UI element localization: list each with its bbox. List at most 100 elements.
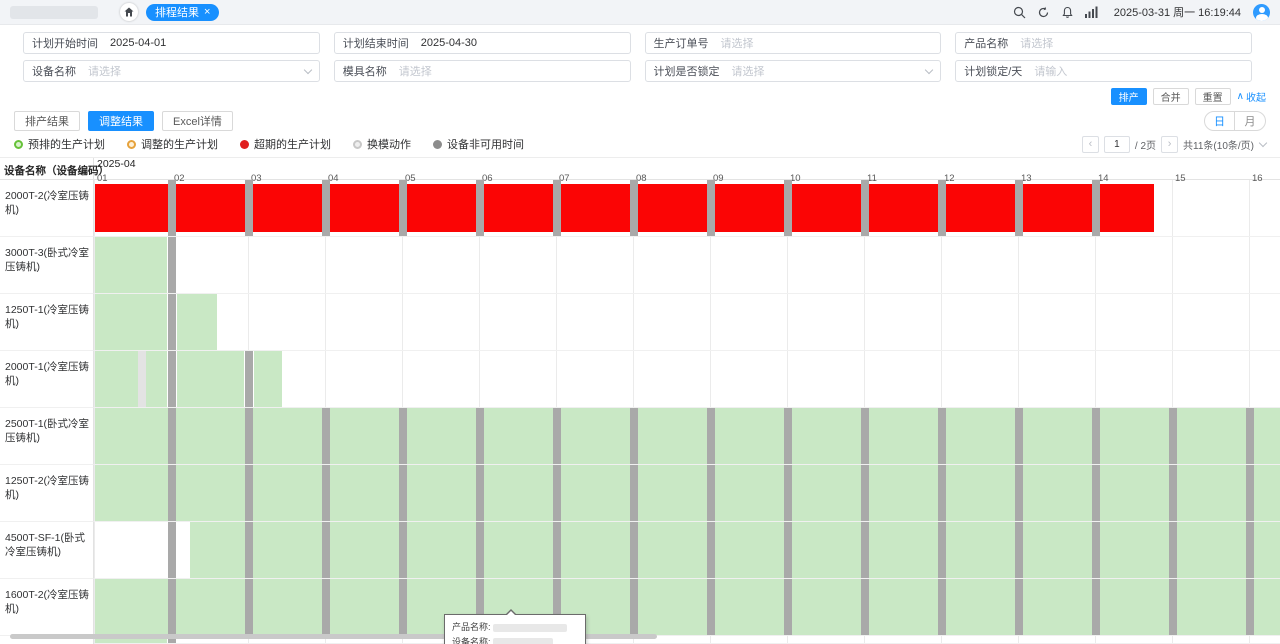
filter-field-0-2[interactable]: 生产订单号请选择 <box>645 32 942 54</box>
unavailable-time-strip <box>168 294 176 350</box>
gantt-bar-planned[interactable] <box>95 408 1280 464</box>
unavailable-time-strip <box>168 465 176 521</box>
unavailable-time-strip <box>1169 579 1177 635</box>
reset-button[interactable]: 重置 <box>1195 88 1231 105</box>
filter-placeholder: 请选择 <box>1020 35 1053 51</box>
unavailable-time-strip <box>861 465 869 521</box>
legend-item-1: 调整的生产计划 <box>127 136 218 152</box>
unavailable-time-strip <box>707 522 715 578</box>
unavailable-time-strip <box>245 522 253 578</box>
unavailable-time-strip <box>322 408 330 464</box>
result-tab-0[interactable]: 排产结果 <box>14 111 80 131</box>
filter-label: 设备名称 <box>32 63 76 79</box>
filter-placeholder: 请选择 <box>88 63 121 79</box>
filter-field-1-0[interactable]: 设备名称请选择 <box>23 60 320 82</box>
gantt-bar-planned[interactable] <box>95 579 1280 635</box>
unavailable-time-strip <box>168 408 176 464</box>
legend-label: 换模动作 <box>367 136 411 152</box>
gantt-track <box>94 579 1280 636</box>
tooltip-label: 设备名称: <box>452 637 493 644</box>
gantt-track <box>94 465 1280 522</box>
records-summary: 共11条(10条/页) <box>1183 137 1254 152</box>
legend-item-0: 预排的生产计划 <box>14 136 105 152</box>
bell-icon[interactable] <box>1060 4 1076 20</box>
filter-label: 计划锁定/天 <box>964 63 1022 79</box>
unavailable-time-strip <box>707 180 715 236</box>
unavailable-time-strip <box>1246 579 1254 635</box>
toggle-day[interactable]: 日 <box>1205 112 1235 130</box>
unavailable-time-strip <box>399 522 407 578</box>
gantt-bar-planned[interactable] <box>190 522 1280 578</box>
gantt-bar-planned[interactable] <box>177 351 245 407</box>
unavailable-time-strip <box>553 465 561 521</box>
filter-field-1-2[interactable]: 计划是否锁定请选择 <box>645 60 942 82</box>
unavailable-time-strip <box>1092 408 1100 464</box>
filter-value: 2025-04-01 <box>110 37 166 49</box>
day-month-toggle: 日 月 <box>1204 111 1266 131</box>
unavailable-time-strip <box>553 522 561 578</box>
legend-item-3: 换模动作 <box>353 136 411 152</box>
merge-button[interactable]: 合并 <box>1153 88 1189 105</box>
unavailable-time-strip <box>1169 522 1177 578</box>
result-tab-1[interactable]: 调整结果 <box>88 111 154 131</box>
filter-row-1: 计划开始时间2025-04-01 计划结束时间2025-04-30 生产订单号请选择… <box>14 32 1266 54</box>
gantt-bar-planned[interactable] <box>146 351 168 407</box>
home-button[interactable] <box>120 3 138 21</box>
gantt-bar-planned[interactable] <box>95 237 167 293</box>
unavailable-time-strip <box>1015 180 1023 236</box>
filter-label: 模具名称 <box>343 63 387 79</box>
unavailable-time-strip <box>861 579 869 635</box>
legend-label: 超期的生产计划 <box>254 136 331 152</box>
unavailable-time-strip <box>245 465 253 521</box>
legend-dot-icon <box>14 140 23 149</box>
gantt-row-1: 3000T-3(卧式冷室压铸机) <box>0 237 1280 294</box>
legend-dot-icon <box>127 140 136 149</box>
gantt-bar-planned[interactable] <box>177 294 217 350</box>
gantt-bar-planned[interactable] <box>95 465 1280 521</box>
prev-page-button[interactable]: ‹ <box>1082 136 1099 153</box>
legend: 预排的生产计划 调整的生产计划 超期的生产计划 换模动作 设备非可用时间 <box>14 136 524 152</box>
unavailable-time-strip <box>861 522 869 578</box>
gantt-row-5: 1250T-2(冷室压铸机) <box>0 465 1280 522</box>
filter-label: 计划是否锁定 <box>654 63 720 79</box>
unavailable-time-strip <box>1015 465 1023 521</box>
gantt-track <box>94 294 1280 351</box>
unavailable-time-strip <box>1246 522 1254 578</box>
unavailable-time-strip <box>1246 408 1254 464</box>
tab-schedule-result[interactable]: 排程结果 × <box>146 4 219 21</box>
next-page-button[interactable]: › <box>1161 136 1178 153</box>
gantt-bar-overdue[interactable] <box>95 184 1154 232</box>
legend-label: 设备非可用时间 <box>447 136 524 152</box>
unavailable-time-strip <box>245 408 253 464</box>
filter-field-0-1[interactable]: 计划结束时间2025-04-30 <box>334 32 631 54</box>
gantt-row-3: 2000T-1(冷室压铸机) <box>0 351 1280 408</box>
unavailable-time-strip <box>553 180 561 236</box>
legend-dot-icon <box>433 140 442 149</box>
unavailable-time-strip <box>1015 522 1023 578</box>
filter-field-0-3[interactable]: 产品名称请选择 <box>955 32 1252 54</box>
equipment-name: 2000T-1(冷室压铸机) <box>0 351 94 408</box>
gantt-bar-planned[interactable] <box>254 351 282 407</box>
chevron-down-icon[interactable] <box>1259 139 1267 147</box>
unavailable-time-strip <box>476 465 484 521</box>
close-icon[interactable]: × <box>204 7 210 18</box>
collapse-filters-link[interactable]: ∧ 收起 <box>1237 89 1266 104</box>
user-avatar[interactable] <box>1253 4 1270 21</box>
unavailable-time-strip <box>399 180 407 236</box>
page-number-input[interactable]: 1 <box>1104 136 1130 153</box>
unavailable-time-strip <box>938 465 946 521</box>
unavailable-time-strip <box>630 465 638 521</box>
search-icon[interactable] <box>1012 4 1028 20</box>
run-schedule-button[interactable]: 排产 <box>1111 88 1147 105</box>
filter-field-1-1[interactable]: 模具名称请选择 <box>334 60 631 82</box>
filter-field-1-3[interactable]: 计划锁定/天请输入 <box>955 60 1252 82</box>
gantt-bar-planned[interactable] <box>95 351 139 407</box>
result-tab-2[interactable]: Excel详情 <box>162 111 233 131</box>
unavailable-time-strip <box>938 522 946 578</box>
toggle-month[interactable]: 月 <box>1235 112 1265 130</box>
refresh-icon[interactable] <box>1036 4 1052 20</box>
unavailable-time-strip <box>168 522 176 578</box>
filter-field-0-0[interactable]: 计划开始时间2025-04-01 <box>23 32 320 54</box>
unavailable-time-strip <box>322 180 330 236</box>
gantt-bar-planned[interactable] <box>95 294 167 350</box>
